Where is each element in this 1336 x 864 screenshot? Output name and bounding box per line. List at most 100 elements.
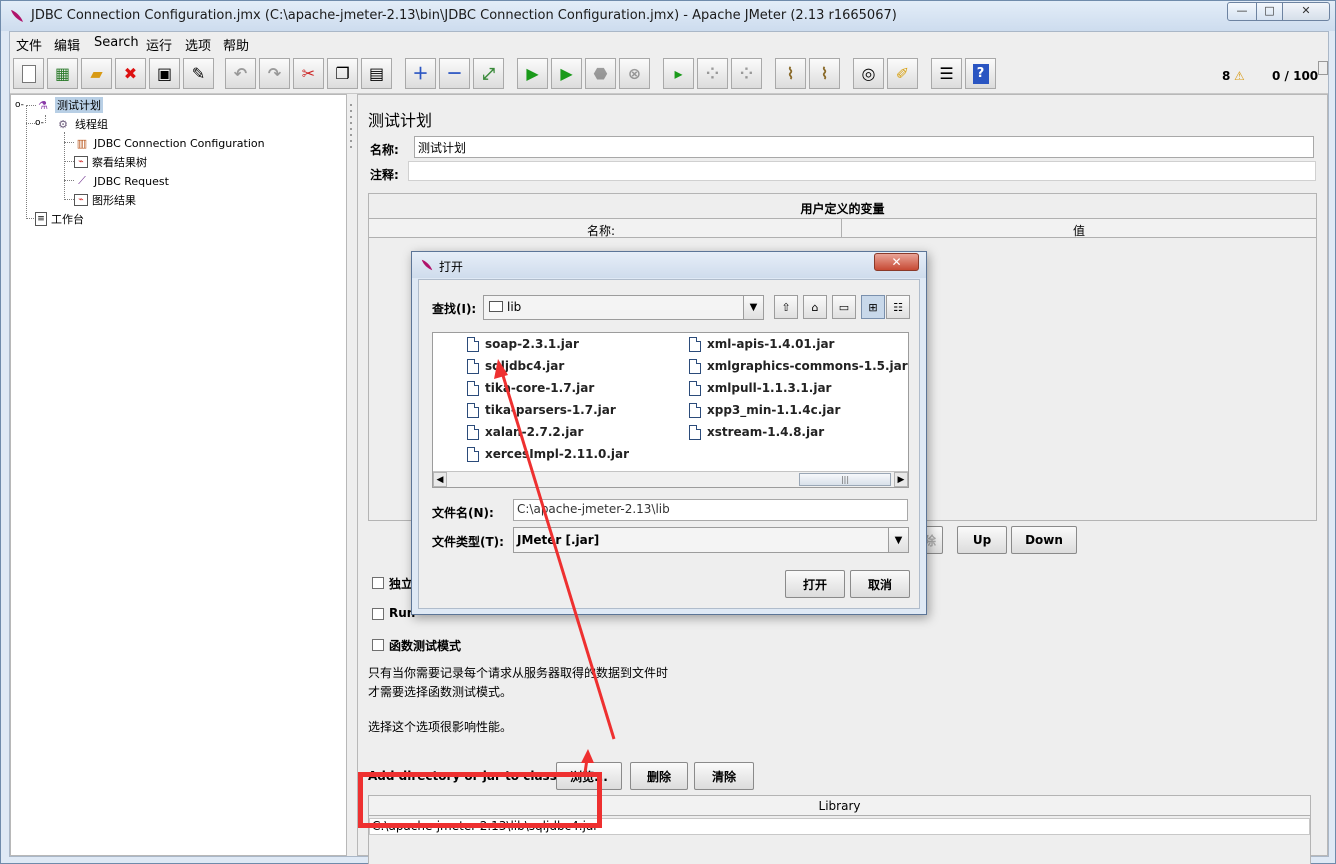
expand-toggle-icon[interactable]: o- <box>35 118 44 128</box>
comment-label: 注释: <box>370 168 399 182</box>
comment-field[interactable] <box>408 161 1316 181</box>
undo-button[interactable]: ↶ <box>225 58 256 89</box>
new-folder-button[interactable]: ▭ <box>832 295 856 319</box>
collapse-button[interactable]: － <box>439 58 470 89</box>
down-button[interactable]: Down <box>1011 526 1077 554</box>
close-icon: ✖ <box>123 63 138 83</box>
teardown-checkbox[interactable] <box>372 608 384 620</box>
functional-mode-label: 函数测试模式 <box>389 639 462 653</box>
tree-node-workbench[interactable]: ≡ 工作台 <box>35 210 84 228</box>
remote-shutdown-button[interactable]: ⁘ <box>731 58 762 89</box>
remote-stop-button[interactable]: ⁘ <box>697 58 728 89</box>
chevron-down-icon[interactable]: ▼ <box>743 296 763 319</box>
cut-button[interactable]: ✂ <box>293 58 324 89</box>
remote-start-button[interactable]: ▸ <box>663 58 694 89</box>
filetype-combo[interactable]: JMeter [.jar] ▼ <box>513 527 909 553</box>
scroll-right-icon[interactable]: ▶ <box>894 472 908 487</box>
name-field[interactable]: 测试计划 <box>414 136 1314 158</box>
start-no-pause-button[interactable]: ▶ <box>551 58 582 89</box>
warning-icon[interactable]: ⚠ <box>1234 69 1245 83</box>
details-view-icon: ☷ <box>893 300 903 314</box>
toggle-button[interactable]: ⤢ <box>473 58 504 89</box>
help-button[interactable]: ? <box>965 58 996 89</box>
tree-node-results-tree[interactable]: ⌁ 察看结果树 <box>74 153 147 171</box>
list-item[interactable]: xml-apis-1.4.01.jar <box>689 334 834 354</box>
save-as-button[interactable]: ✎ <box>183 58 214 89</box>
filename-label: 文件名(N): <box>432 506 494 520</box>
horizontal-scrollbar[interactable]: ◀ ||| ▶ <box>433 471 908 487</box>
up-button[interactable]: Up <box>957 526 1007 554</box>
function-helper-button[interactable]: ☰ <box>931 58 962 89</box>
shutdown-button[interactable]: ⊗ <box>619 58 650 89</box>
lookin-combo[interactable]: lib ▼ <box>483 295 764 320</box>
clear-icon: ⌇ <box>786 63 795 83</box>
jmeter-feather-icon <box>421 259 433 271</box>
tree-node-thread-group[interactable]: ⚙ 线程组 <box>55 115 108 133</box>
maximize-button[interactable]: □ <box>1256 2 1283 21</box>
dialog-close-button[interactable]: ✕ <box>874 253 919 271</box>
filename-input[interactable]: C:\apache-jmeter-2.13\lib <box>513 499 908 521</box>
open-button[interactable]: 打开 <box>785 570 845 598</box>
copy-button[interactable]: ❐ <box>327 58 358 89</box>
tree-node-test-plan[interactable]: ⚗ 测试计划 <box>35 96 103 114</box>
list-item[interactable]: xercesImpl-2.11.0.jar <box>467 444 629 464</box>
expand-toggle-icon[interactable]: o- <box>15 100 24 110</box>
list-item[interactable]: xmlgraphics-commons-1.5.jar <box>689 356 908 376</box>
open-button[interactable]: ▰ <box>81 58 112 89</box>
templates-button[interactable]: ▦ <box>47 58 78 89</box>
start-button[interactable]: ▶ <box>517 58 548 89</box>
paste-button[interactable]: ▤ <box>361 58 392 89</box>
tree-node-label: 察看结果树 <box>92 156 147 169</box>
file-name: xalan-2.7.2.jar <box>485 425 584 439</box>
list-item[interactable]: soap-2.3.1.jar <box>467 334 579 354</box>
close-file-button[interactable]: ✖ <box>115 58 146 89</box>
list-item[interactable]: xmlpull-1.1.3.1.jar <box>689 378 831 398</box>
tree-node-jdbc-request[interactable]: ⟋ JDBC Request <box>74 172 169 190</box>
home-button[interactable]: ⌂ <box>803 295 827 319</box>
clear-all-button[interactable]: ⌇ <box>809 58 840 89</box>
tree-node-jdbc-config[interactable]: ▥ JDBC Connection Configuration <box>74 134 265 152</box>
stop-button[interactable]: ⬣ <box>585 58 616 89</box>
save-button[interactable]: ▣ <box>149 58 180 89</box>
menu-search[interactable]: Search <box>94 35 139 50</box>
details-view-button[interactable]: ☷ <box>886 295 910 319</box>
menu-help[interactable]: 帮助 <box>223 35 249 54</box>
menu-run[interactable]: 运行 <box>146 35 172 54</box>
serialize-checkbox[interactable] <box>372 577 384 589</box>
list-item[interactable]: tika-core-1.7.jar <box>467 378 594 398</box>
tree-node-label: 工作台 <box>51 213 84 226</box>
scroll-left-icon[interactable]: ◀ <box>433 472 447 487</box>
menu-options[interactable]: 选项 <box>185 35 211 54</box>
clear-button[interactable]: ⌇ <box>775 58 806 89</box>
search-button[interactable]: ◎ <box>853 58 884 89</box>
chevron-down-icon[interactable]: ▼ <box>888 528 908 552</box>
minimize-button[interactable]: — <box>1227 2 1257 21</box>
list-item[interactable]: tika-parsers-1.7.jar <box>467 400 616 420</box>
remove-button[interactable]: 删除 <box>630 762 688 790</box>
scrollbar-thumb[interactable]: ||| <box>799 473 891 486</box>
clear-classpath-button[interactable]: 清除 <box>694 762 754 790</box>
new-button[interactable] <box>13 58 44 89</box>
list-item[interactable]: sqljdbc4.jar <box>467 356 564 376</box>
list-item[interactable]: xalan-2.7.2.jar <box>467 422 583 442</box>
close-window-button[interactable]: ✕ <box>1282 2 1330 21</box>
redo-button[interactable]: ↷ <box>259 58 290 89</box>
stop-icon: ⬣ <box>593 63 608 83</box>
list-item[interactable]: xstream-1.4.8.jar <box>689 422 824 442</box>
tree-node-label: JDBC Request <box>94 174 169 188</box>
split-pane-divider[interactable] <box>347 94 357 856</box>
vars-title: 用户定义的变量 <box>800 202 885 216</box>
menu-file[interactable]: 文件 <box>16 35 42 54</box>
cancel-button[interactable]: 取消 <box>850 570 910 598</box>
tree-node-graph-results[interactable]: ⌁ 图形结果 <box>74 191 136 209</box>
menu-edit[interactable]: 编辑 <box>54 35 80 54</box>
list-item[interactable]: xpp3_min-1.1.4c.jar <box>689 400 840 420</box>
functional-mode-checkbox[interactable] <box>372 639 384 651</box>
redo-icon: ↷ <box>267 63 282 83</box>
lookin-label: 查找(I): <box>432 302 477 316</box>
list-view-button[interactable]: ⊞ <box>861 295 885 319</box>
expand-button[interactable]: ＋ <box>405 58 436 89</box>
up-folder-button[interactable]: ⇧ <box>774 295 798 319</box>
file-list[interactable]: soap-2.3.1.jar sqljdbc4.jar tika-core-1.… <box>432 332 909 488</box>
reset-search-button[interactable]: ✐ <box>887 58 918 89</box>
